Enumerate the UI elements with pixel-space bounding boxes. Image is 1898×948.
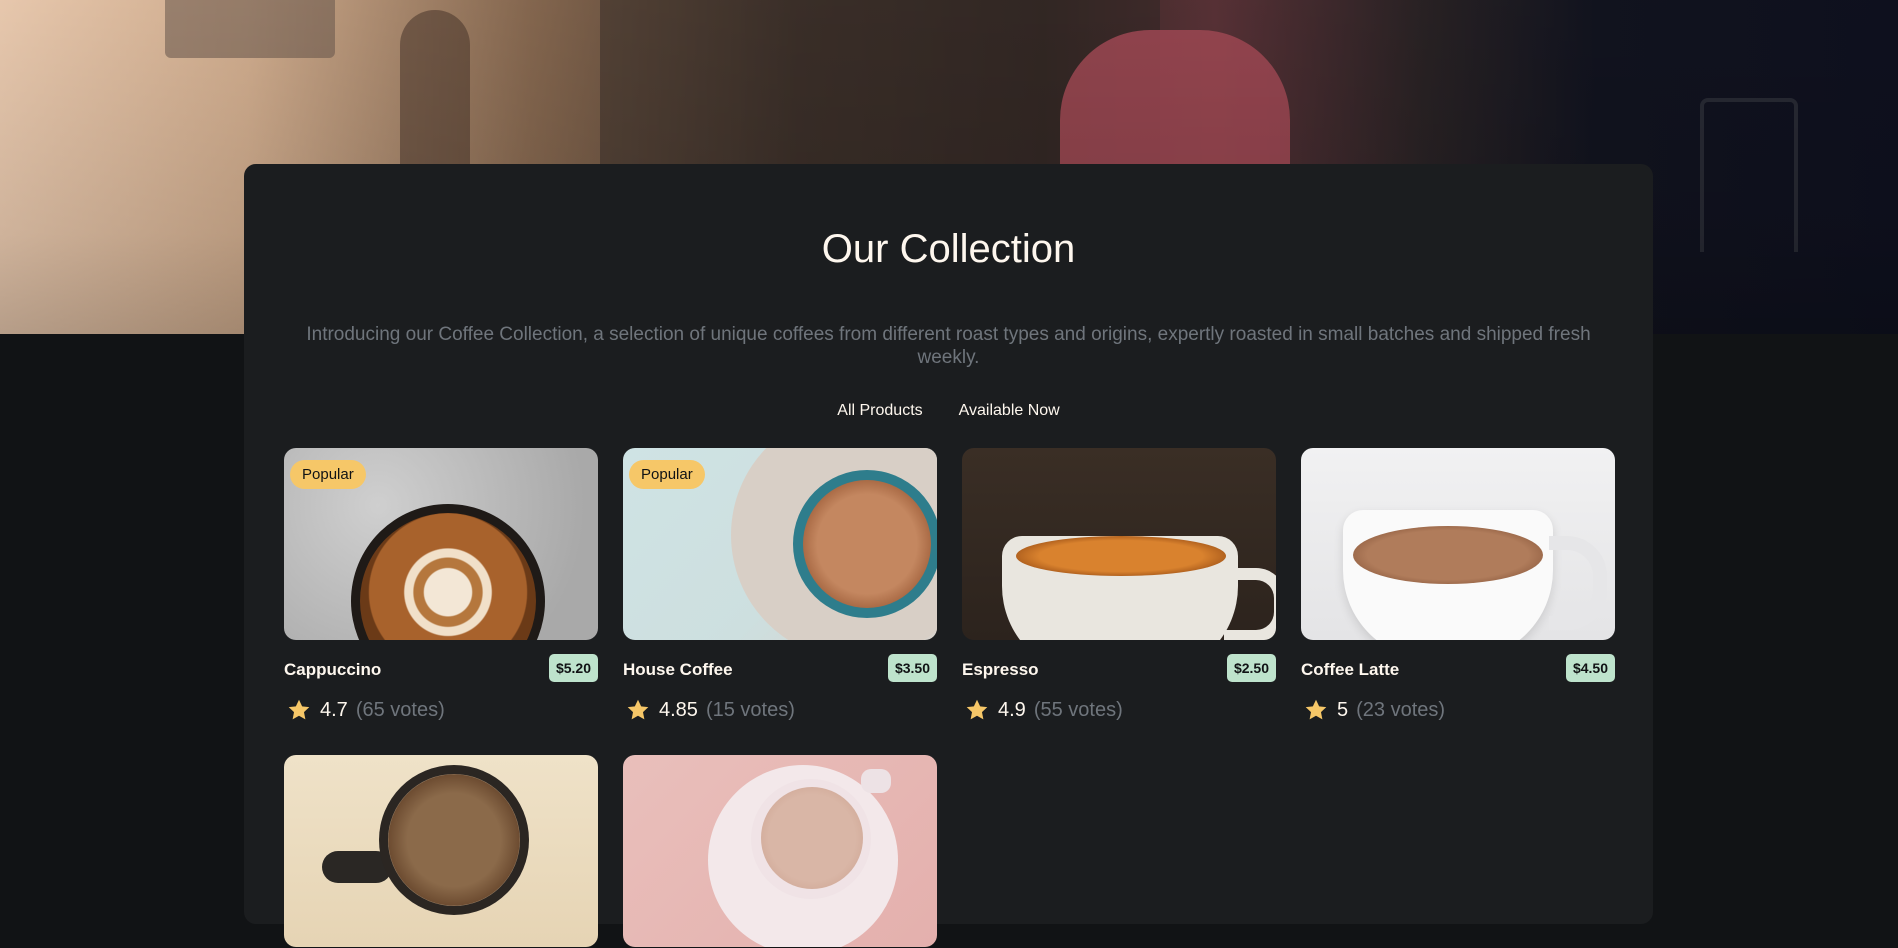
product-rating: 4.85 (15 votes) [623,696,937,724]
price-tag: $5.20 [548,654,598,682]
vote-count: (55 votes) [1033,698,1123,721]
product-image [1301,448,1615,640]
product-image [284,755,598,947]
product-name: House Coffee [623,660,733,679]
star-icon [1305,699,1327,720]
product-card[interactable] [623,755,937,947]
product-rating: 4.7 (65 votes) [284,696,598,724]
collection-panel: Our Collection Introducing our Coffee Co… [244,164,1653,947]
price-tag: $2.50 [1226,654,1276,682]
product-rating: 5 (23 votes) [1301,696,1615,724]
product-card[interactable]: Popular House Coffee $3.50 4.85 (15 vote… [623,448,937,724]
section-intro: Introducing our Coffee Collection, a sel… [306,324,1591,368]
product-card[interactable]: Espresso $2.50 4.9 (55 votes) [962,448,1276,724]
product-name: Espresso [962,660,1039,679]
product-name: Cappuccino [284,660,382,679]
section-title: Our Collection [821,227,1076,271]
star-icon [966,699,988,720]
filter-tabs: All Products Available Now [244,396,1653,426]
product-grid: Popular Cappuccino $5.20 4.7 (65 votes) … [284,448,1615,948]
star-icon [627,699,649,720]
popular-badge: Popular [290,460,366,489]
price-tag: $3.50 [887,654,937,682]
product-image: Popular [623,448,937,640]
product-image [962,448,1276,640]
price-tag: $4.50 [1565,654,1615,682]
popular-badge: Popular [629,460,705,489]
rating-score: 5 [1337,698,1349,721]
product-card[interactable]: Coffee Latte $4.50 5 (23 votes) [1301,448,1615,724]
product-card[interactable] [284,755,598,947]
product-name: Coffee Latte [1301,660,1400,679]
product-rating: 4.9 (55 votes) [962,696,1276,724]
product-image: Popular [284,448,598,640]
vote-count: (65 votes) [355,698,445,721]
product-card[interactable]: Popular Cappuccino $5.20 4.7 (65 votes) [284,448,598,724]
vote-count: (15 votes) [705,698,795,721]
rating-score: 4.85 [659,698,698,721]
filter-available-now[interactable]: Available Now [941,396,1078,426]
filter-all-products[interactable]: All Products [819,396,940,426]
star-icon [288,699,310,720]
rating-score: 4.7 [320,698,348,721]
rating-score: 4.9 [998,698,1026,721]
product-image [623,755,937,947]
vote-count: (23 votes) [1356,698,1446,721]
